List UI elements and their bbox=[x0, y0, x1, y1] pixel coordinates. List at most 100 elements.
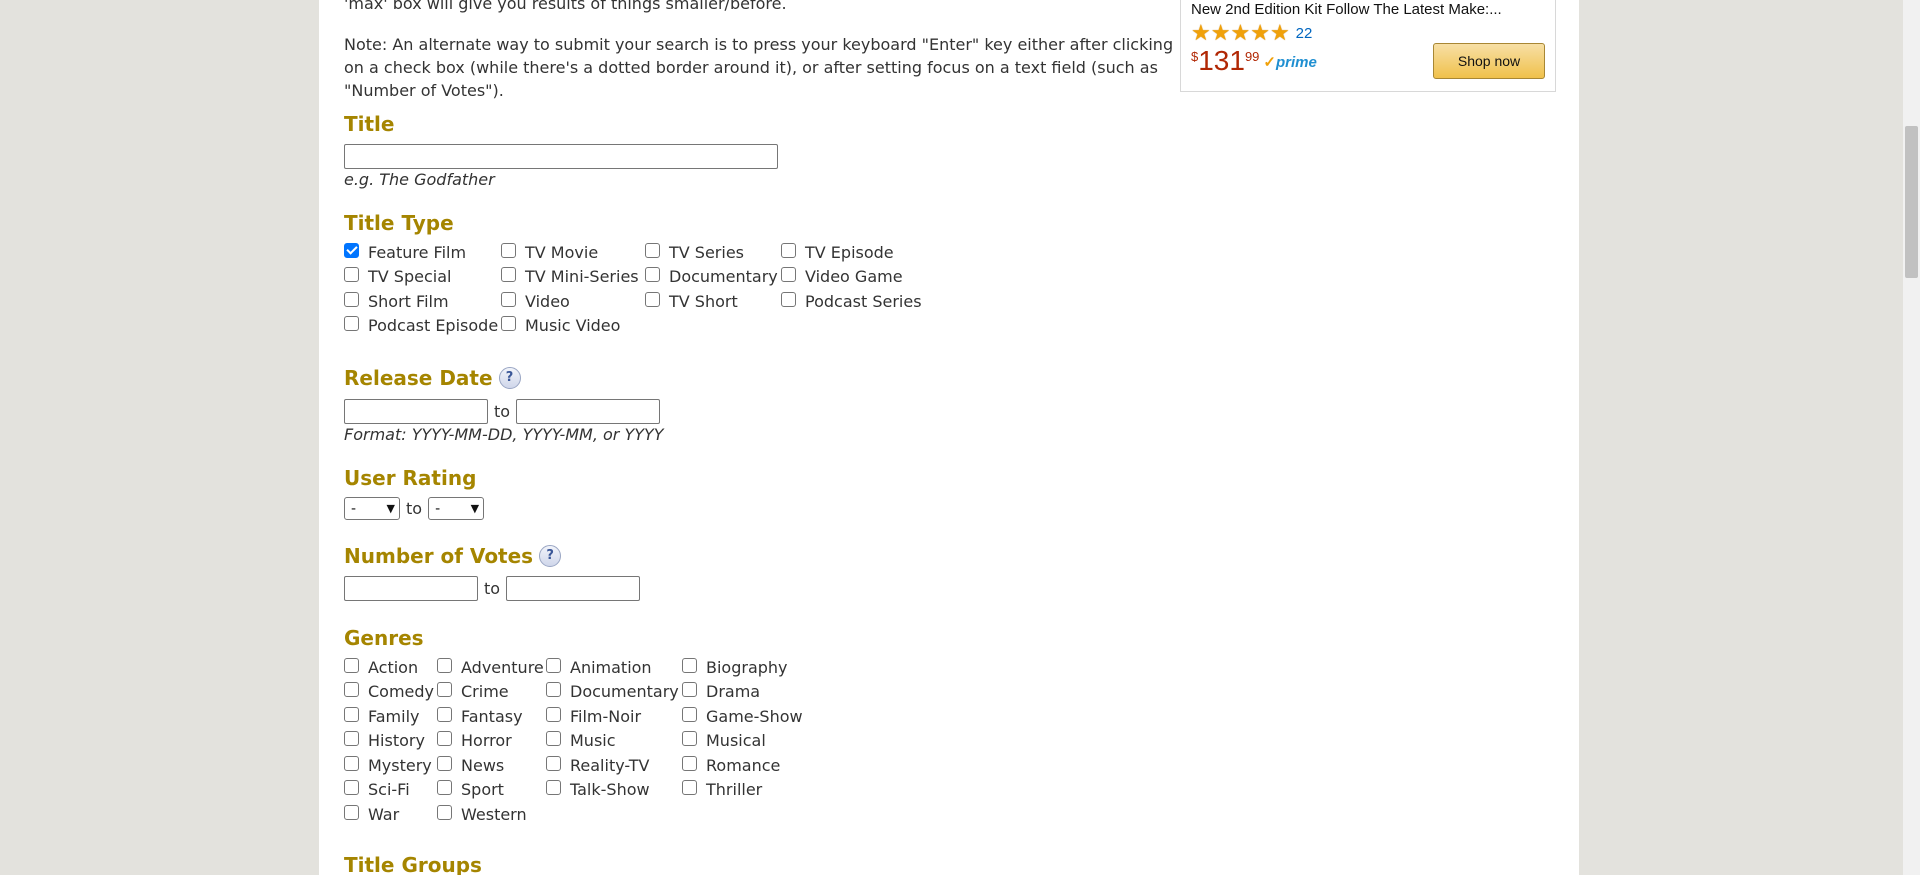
title-input[interactable] bbox=[344, 144, 778, 169]
genre-checkbox[interactable] bbox=[682, 706, 697, 722]
genre-checkbox[interactable] bbox=[546, 755, 561, 771]
genre-checkbox-option[interactable]: Sport bbox=[437, 780, 504, 800]
genre-checkbox[interactable] bbox=[437, 706, 452, 722]
title-type-checkbox[interactable] bbox=[501, 316, 516, 331]
genre-checkbox[interactable] bbox=[546, 780, 561, 795]
genre-checkbox-option[interactable]: Comedy bbox=[344, 682, 434, 702]
release-date-to-input[interactable] bbox=[516, 399, 661, 424]
title-type-checkbox[interactable] bbox=[501, 242, 516, 258]
title-type-checkbox-option[interactable]: TV Short bbox=[645, 291, 738, 311]
title-type-checkbox[interactable] bbox=[501, 291, 516, 307]
user-rating-min-select[interactable]: - ▼ bbox=[344, 497, 400, 520]
sponsored-product-ad[interactable]: New 2nd Edition Kit Follow The Latest Ma… bbox=[1180, 0, 1556, 92]
genre-checkbox[interactable] bbox=[437, 804, 452, 820]
title-type-checkbox[interactable] bbox=[344, 242, 359, 258]
genre-checkbox[interactable] bbox=[682, 755, 697, 771]
genre-checkbox-option[interactable]: Adventure bbox=[437, 657, 544, 677]
genre-checkbox-option[interactable]: Horror bbox=[437, 731, 512, 751]
genre-checkbox[interactable] bbox=[344, 804, 359, 820]
release-date-heading: Release Date? bbox=[344, 366, 664, 390]
num-votes-help-icon[interactable]: ? bbox=[539, 545, 562, 567]
title-type-checkbox-option[interactable]: TV Series bbox=[645, 242, 744, 262]
genre-checkbox[interactable] bbox=[344, 755, 359, 771]
genre-checkbox[interactable] bbox=[437, 657, 452, 673]
genre-checkbox-option[interactable]: Game-Show bbox=[682, 706, 803, 726]
genre-checkbox-label: Romance bbox=[706, 755, 781, 775]
genre-checkbox[interactable] bbox=[682, 657, 697, 673]
genre-checkbox-option[interactable]: Documentary bbox=[546, 682, 679, 702]
genre-checkbox[interactable] bbox=[437, 731, 452, 746]
star-icon: ★ bbox=[1250, 20, 1270, 45]
title-type-checkbox-option[interactable]: Documentary bbox=[645, 267, 778, 287]
genre-checkbox-option[interactable]: Biography bbox=[682, 657, 788, 677]
genre-checkbox[interactable] bbox=[344, 682, 359, 697]
genre-checkbox[interactable] bbox=[546, 682, 561, 697]
genre-checkbox[interactable] bbox=[546, 657, 561, 673]
genre-checkbox-option[interactable]: Western bbox=[437, 804, 527, 824]
title-type-checkbox-option[interactable]: TV Special bbox=[344, 267, 451, 287]
title-type-checkbox[interactable] bbox=[344, 291, 359, 307]
scrollbar-thumb[interactable] bbox=[1905, 126, 1918, 278]
genre-checkbox-option[interactable]: Mystery bbox=[344, 755, 432, 775]
genre-checkbox[interactable] bbox=[546, 706, 561, 722]
title-type-checkbox[interactable] bbox=[344, 267, 359, 282]
title-type-checkbox-option[interactable]: Music Video bbox=[501, 316, 620, 336]
shop-now-button[interactable]: Shop now bbox=[1433, 43, 1545, 79]
title-type-checkbox-option[interactable]: Podcast Episode bbox=[344, 316, 498, 336]
title-type-checkbox[interactable] bbox=[645, 242, 660, 258]
title-type-checkbox-option[interactable]: Video bbox=[501, 291, 570, 311]
genre-checkbox-option[interactable]: Sci-Fi bbox=[344, 780, 410, 800]
page-scrollbar[interactable] bbox=[1903, 0, 1920, 875]
genre-checkbox-option[interactable]: War bbox=[344, 804, 399, 824]
genre-checkbox-option[interactable]: Thriller bbox=[682, 780, 762, 800]
genre-checkbox[interactable] bbox=[437, 755, 452, 771]
genre-checkbox[interactable] bbox=[682, 780, 697, 795]
title-type-checkbox-option[interactable]: Podcast Series bbox=[781, 291, 922, 311]
title-type-checkbox[interactable] bbox=[645, 267, 660, 282]
genre-checkbox[interactable] bbox=[344, 780, 359, 795]
genre-checkbox-option[interactable]: Film-Noir bbox=[546, 706, 641, 726]
title-type-checkbox[interactable] bbox=[781, 242, 796, 258]
genre-checkbox[interactable] bbox=[437, 780, 452, 795]
genre-checkbox[interactable] bbox=[682, 731, 697, 746]
num-votes-min-input[interactable] bbox=[344, 576, 478, 601]
genre-checkbox-label: Film-Noir bbox=[570, 706, 642, 726]
genre-checkbox-option[interactable]: Animation bbox=[546, 657, 652, 677]
title-type-checkbox-option[interactable]: Short Film bbox=[344, 291, 449, 311]
genre-checkbox[interactable] bbox=[344, 657, 359, 673]
genre-checkbox[interactable] bbox=[546, 731, 561, 746]
genre-checkbox-option[interactable]: Music bbox=[546, 731, 616, 751]
num-votes-max-input[interactable] bbox=[506, 576, 641, 601]
genre-checkbox[interactable] bbox=[682, 682, 697, 697]
title-type-checkbox[interactable] bbox=[645, 291, 660, 307]
genre-checkbox[interactable] bbox=[344, 731, 359, 746]
genre-checkbox[interactable] bbox=[437, 682, 452, 697]
release-date-from-input[interactable] bbox=[344, 399, 488, 424]
title-type-checkbox-option[interactable]: TV Episode bbox=[781, 242, 894, 262]
genre-checkbox-option[interactable]: Fantasy bbox=[437, 706, 523, 726]
title-type-checkbox-option[interactable]: TV Mini-Series bbox=[501, 267, 639, 287]
title-type-checkbox[interactable] bbox=[501, 267, 516, 282]
genre-checkbox-option[interactable]: Romance bbox=[682, 755, 780, 775]
title-type-checkbox[interactable] bbox=[781, 267, 796, 282]
title-type-checkbox-label: Music Video bbox=[525, 316, 621, 335]
title-type-checkbox-option[interactable]: Feature Film bbox=[344, 242, 466, 262]
title-type-checkbox[interactable] bbox=[781, 291, 796, 307]
title-type-checkbox-option[interactable]: Video Game bbox=[781, 267, 903, 287]
genre-checkbox-option[interactable]: Reality-TV bbox=[546, 755, 649, 775]
genre-checkbox-option[interactable]: Drama bbox=[682, 682, 760, 702]
ad-review-count[interactable]: 22 bbox=[1296, 25, 1313, 42]
user-rating-max-select[interactable]: - ▼ bbox=[428, 497, 485, 520]
genre-checkbox-option[interactable]: News bbox=[437, 755, 504, 775]
ad-product-title[interactable]: New 2nd Edition Kit Follow The Latest Ma… bbox=[1191, 1, 1531, 18]
release-date-help-icon[interactable]: ? bbox=[498, 367, 521, 389]
genre-checkbox[interactable] bbox=[344, 706, 359, 722]
genre-checkbox-option[interactable]: History bbox=[344, 731, 425, 751]
genre-checkbox-option[interactable]: Musical bbox=[682, 731, 766, 751]
genre-checkbox-option[interactable]: Action bbox=[344, 657, 418, 677]
genre-checkbox-option[interactable]: Family bbox=[344, 706, 419, 726]
title-type-checkbox[interactable] bbox=[344, 316, 359, 331]
genre-checkbox-option[interactable]: Talk-Show bbox=[546, 780, 650, 800]
genre-checkbox-option[interactable]: Crime bbox=[437, 682, 509, 702]
title-type-checkbox-option[interactable]: TV Movie bbox=[501, 242, 598, 262]
